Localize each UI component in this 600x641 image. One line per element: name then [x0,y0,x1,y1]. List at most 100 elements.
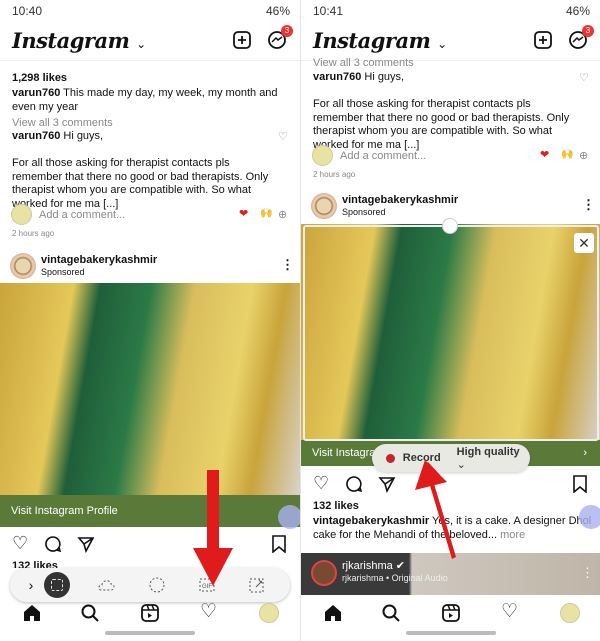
chevron-right-icon: › [583,447,587,459]
comment-body: For all those asking for therapist conta… [12,157,269,210]
activity-icon[interactable]: ♡ [501,602,521,623]
user-avatar [11,204,32,225]
screen-record-pill: Record High quality ⌄ [372,444,530,472]
comment-icon[interactable] [44,535,62,553]
status-bar: 10:41 46% [313,4,590,18]
reels-icon[interactable] [441,603,461,623]
add-comment-input[interactable]: Add a comment... [340,150,426,162]
new-post-icon[interactable] [533,30,553,50]
heart-emoji[interactable]: ❤ [239,207,248,220]
notification-badge: 3 [281,25,293,37]
search-icon[interactable] [381,603,401,623]
oval-select-icon [149,577,165,593]
caption: varun760 This made my day, my week, my m… [12,87,278,113]
more-link[interactable]: more [500,529,525,541]
profile-avatar[interactable] [259,603,279,623]
add-emoji-icon[interactable]: ⊕ [579,149,588,162]
bookmark-icon[interactable] [573,475,587,493]
post-username[interactable]: vintagebakerykashmir [41,254,157,266]
gif-record-button[interactable]: GIF [196,574,218,596]
smart-select-toolbar: › GIF [10,568,290,602]
home-icon[interactable] [323,603,343,623]
add-emoji-icon[interactable]: ⊕ [278,208,287,221]
share-icon[interactable] [378,475,396,493]
pen-float-icon[interactable] [579,505,600,529]
messenger-button[interactable]: 3 [267,25,293,50]
expand-chevron-icon[interactable]: › [20,574,42,596]
clap-emoji[interactable]: 🙌 [561,149,573,160]
likes-count: 1,298 likes [12,72,68,84]
freeform-select-icon [98,580,115,591]
more-options-icon[interactable]: ⋮ [281,257,294,273]
like-comment-icon[interactable]: ♡ [278,130,288,143]
messenger-button[interactable]: 3 [568,25,594,50]
record-dot-icon [386,453,395,463]
selection-frame[interactable] [303,225,599,441]
divider [0,60,300,61]
instagram-logo[interactable]: Instagram ⌄ [12,28,146,53]
reels-icon[interactable] [140,603,160,623]
view-comments-link[interactable]: View all 3 comments [12,117,288,131]
more-options-icon[interactable]: ⋮ [582,197,595,213]
reel-preview[interactable]: rjkarishma ✔ rjkarishma • Original Audio… [301,553,600,595]
heart-emoji[interactable]: ❤ [540,148,549,161]
sponsored-label: Sponsored [342,207,386,217]
resize-handle[interactable] [442,218,458,234]
like-icon[interactable]: ♡ [12,533,28,554]
post-image[interactable] [0,283,300,495]
post-time: 2 hours ago [313,170,356,179]
left-screenshot: 10:40 46% Instagram ⌄ 3 1,298 likes varun… [0,0,300,641]
instagram-logo[interactable]: Instagram ⌄ [313,28,447,53]
svg-text:GIF: GIF [202,584,212,590]
oval-select-button[interactable] [146,574,168,596]
comment: varun760 Hi guys, [12,130,104,142]
chevron-down-icon: ⌄ [437,37,447,51]
verified-icon: ✔ [395,560,406,572]
user-avatar [312,145,333,166]
share-icon[interactable] [77,535,95,553]
post-time: 2 hours ago [12,229,55,238]
rectangle-select-button[interactable] [44,572,70,598]
pin-to-screen-button[interactable] [246,574,268,596]
brand-avatar[interactable] [10,253,36,279]
add-comment-input[interactable]: Add a comment... [39,209,125,221]
bookmark-icon[interactable] [272,535,286,553]
status-bar: 10:40 46% [12,4,290,18]
pen-float-icon[interactable] [278,505,300,529]
chevron-down-icon: ⌄ [456,458,466,471]
search-icon[interactable] [80,603,100,623]
freeform-select-button[interactable] [96,574,118,596]
comment: varun760 Hi guys, [313,71,405,83]
post-username[interactable]: vintagebakerykashmir [342,194,458,206]
gif-icon: GIF [199,578,215,592]
clap-emoji[interactable]: 🙌 [260,208,272,219]
caption: vintagebakerykashmir Yes, it is a cake. … [313,515,592,541]
home-indicator [406,631,496,635]
quality-dropdown[interactable]: High quality ⌄ [457,446,530,471]
chevron-down-icon: ⌄ [136,37,146,51]
notification-badge: 3 [582,25,594,37]
likes-count: 132 likes [12,560,58,568]
rectangle-select-icon [51,579,63,591]
bottom-nav: ♡ [0,602,300,625]
home-indicator [105,631,195,635]
visit-profile-banner[interactable]: Visit Instagram Profile [0,495,300,527]
comment-icon[interactable] [345,475,363,493]
view-comments-link[interactable]: View all 3 comments [313,57,588,71]
comment-body: For all those asking for therapist conta… [313,98,570,151]
home-icon[interactable] [22,603,42,623]
profile-avatar[interactable] [560,603,580,623]
like-icon[interactable]: ♡ [313,473,329,494]
brand-avatar[interactable] [311,193,337,219]
close-icon[interactable]: ✕ [574,233,594,253]
likes-count: 132 likes [313,500,359,512]
reel-username: rjkarishma ✔ [342,560,406,572]
sponsored-label: Sponsored [41,267,85,277]
record-button[interactable]: Record [403,452,441,464]
reel-user-avatar [311,560,337,586]
activity-icon[interactable]: ♡ [200,602,220,623]
new-post-icon[interactable] [232,30,252,50]
more-options-icon: ⋮ [581,565,594,580]
pin-icon [249,578,264,593]
like-comment-icon[interactable]: ♡ [579,71,589,84]
